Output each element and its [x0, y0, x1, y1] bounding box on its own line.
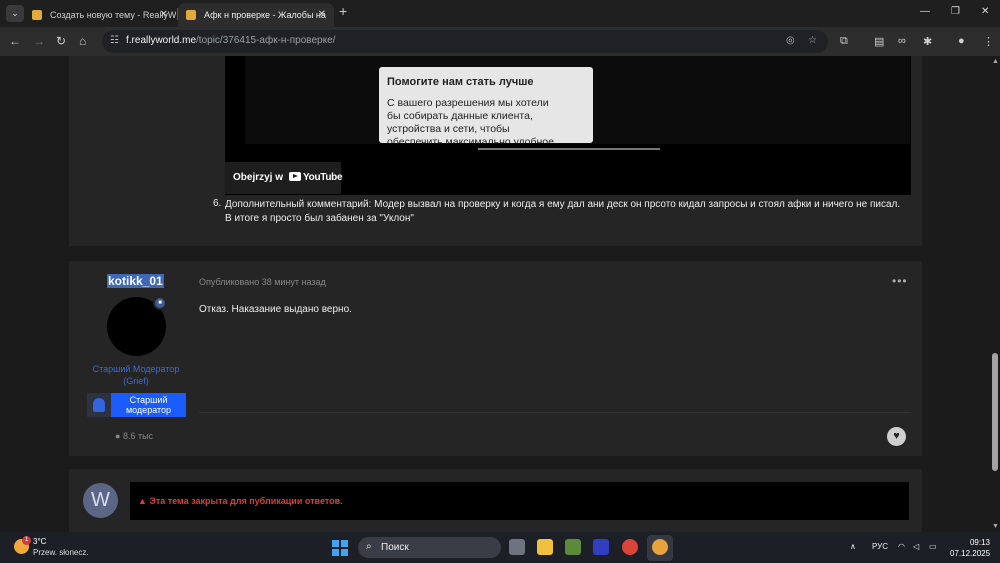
puzzle-icon[interactable]: ✱: [923, 35, 932, 48]
locked-notice: ▲ Эта тема закрыта для публикации ответо…: [130, 482, 909, 520]
tray-overflow-icon[interactable]: ∧: [850, 542, 856, 551]
avatar: W: [83, 483, 118, 518]
locked-text: ▲ Эта тема закрыта для публикации ответо…: [138, 496, 343, 506]
time: 09:13: [969, 538, 990, 547]
video-frame: Помогите нам стать лучше С вашего разреш…: [245, 56, 910, 144]
weather-condition[interactable]: Przew. słonecz.: [33, 548, 89, 557]
translate-icon[interactable]: ▤: [874, 35, 884, 48]
heart-reaction-icon[interactable]: ♥: [887, 427, 906, 446]
youtube-embed[interactable]: Помогите нам стать лучше С вашего разреш…: [225, 56, 911, 195]
back-icon[interactable]: ←: [9, 34, 21, 48]
clock[interactable]: 09:13 07.12.2025: [950, 537, 990, 559]
address-bar[interactable]: ☷ f.reallyworld.me/topic/376415-афк-н-пр…: [102, 30, 828, 53]
close-tab-icon[interactable]: ✕: [160, 3, 168, 27]
bookmark-star-icon[interactable]: ☆: [808, 35, 817, 46]
tab-search-button[interactable]: ⌄: [6, 5, 24, 22]
eye-off-icon[interactable]: ◎: [786, 35, 795, 46]
tab-current-topic[interactable]: Афк н проверке - Жалобы на ✕: [178, 3, 334, 27]
language-indicator[interactable]: РУС: [872, 542, 888, 551]
browser-toolbar: ← → ↻ ⌂ ☷ f.reallyworld.me/topic/376415-…: [0, 27, 1000, 56]
author-role: Старший Модератор (Grief): [92, 364, 180, 386]
search-label: Поиск: [381, 542, 409, 553]
consent-title: Помогите нам стать лучше: [387, 76, 534, 88]
post-timestamp[interactable]: Опубликовано 38 минут назад: [199, 277, 326, 287]
youtube-wordmark: YouTube: [303, 172, 343, 183]
extensions-icon[interactable]: ⧉: [840, 35, 848, 48]
rank-badge: Старший модератор: [87, 393, 186, 417]
video-scrubber[interactable]: [478, 148, 660, 150]
tab-create-topic[interactable]: Создать новую тему - ReallyW ✕: [24, 3, 176, 27]
windows-start-icon[interactable]: [332, 540, 348, 556]
date: 07.12.2025: [950, 549, 991, 558]
restore-icon[interactable]: ❐: [951, 6, 960, 17]
scroll-down-icon[interactable]: ▼: [992, 523, 999, 530]
youtube-play-icon: [289, 172, 302, 181]
browser-tab-strip: ⌄ Создать новую тему - ReallyW ✕ Афк н п…: [0, 0, 1000, 27]
watch-on-youtube-button[interactable]: Obejrzyj w YouTube: [225, 162, 343, 194]
task-view-icon[interactable]: [509, 539, 525, 555]
post-moderator-reply: kotikk_01 ■ Старший Модератор (Grief) Ст…: [69, 261, 922, 456]
rank-icon: [87, 393, 111, 417]
watch-on-label: Obejrzyj w: [233, 172, 284, 183]
reply-locked-box: W ▲ Эта тема закрыта для публикации отве…: [69, 469, 922, 532]
volume-icon[interactable]: ◁: [913, 542, 919, 551]
scrollbar[interactable]: ▲ ▼: [990, 56, 1000, 532]
weather-badge: 1: [22, 536, 31, 545]
minimize-icon[interactable]: —: [920, 6, 930, 17]
post-content: Отказ. Наказание выдано верно.: [199, 304, 352, 315]
close-tab-icon[interactable]: ✕: [318, 3, 326, 27]
scroll-up-icon[interactable]: ▲: [992, 58, 999, 65]
search-icon: ⌕: [366, 541, 372, 552]
comment-icon: ●: [115, 431, 121, 441]
post-previous: Помогите нам стать лучше С вашего разреш…: [69, 56, 922, 246]
scroll-thumb[interactable]: [992, 353, 998, 471]
warning-icon: ▲: [138, 496, 147, 506]
site-favicon-icon: [32, 10, 42, 20]
chrome-icon[interactable]: [622, 539, 638, 555]
new-tab-button[interactable]: +: [339, 3, 347, 19]
rank-label: Старший модератор: [111, 393, 186, 417]
post-options-button[interactable]: •••: [892, 274, 908, 288]
shield-badge-icon: ■: [153, 296, 167, 310]
menu-icon[interactable]: ⋮: [983, 35, 994, 48]
link-icon[interactable]: ∞: [898, 35, 906, 47]
consent-dialog: Помогите нам стать лучше С вашего разреш…: [379, 67, 593, 143]
minecraft-icon[interactable]: [565, 539, 581, 555]
reload-icon[interactable]: ↻: [56, 34, 66, 48]
consent-text: С вашего разрешения мы хотели бы собират…: [387, 97, 554, 143]
tab-title: Афк н проверке - Жалобы на: [204, 10, 326, 20]
site-favicon-icon: [186, 10, 196, 20]
list-item-text: Дополнительный комментарий: Модер вызвал…: [225, 199, 901, 224]
list-number: 6.: [213, 198, 222, 209]
forum-page: Помогите нам стать лучше С вашего разреш…: [0, 56, 990, 532]
reputation-count: ● 8.6 тыс: [115, 431, 154, 441]
temperature[interactable]: 3°C: [33, 537, 46, 546]
url-text: f.reallyworld.me/topic/376415-афк-н-пров…: [126, 35, 336, 46]
jetbrains-icon[interactable]: [593, 539, 609, 555]
site-info-icon[interactable]: ☷: [110, 35, 119, 46]
chrome-alt-icon[interactable]: [652, 539, 668, 555]
taskbar-search[interactable]: ⌕ Поиск: [358, 537, 501, 558]
home-icon[interactable]: ⌂: [79, 34, 86, 48]
post-divider: [199, 412, 911, 413]
tab-title: Создать новую тему - ReallyW: [50, 10, 176, 20]
file-explorer-icon[interactable]: [537, 539, 553, 555]
taskbar: 1 3°C Przew. słonecz. ⌕ Поиск ∧ РУС ◠ ◁ …: [0, 532, 1000, 563]
profile-icon[interactable]: ●: [958, 35, 965, 47]
close-window-icon[interactable]: ✕: [981, 6, 989, 17]
author-name[interactable]: kotikk_01: [107, 274, 164, 288]
wifi-icon[interactable]: ◠: [898, 542, 905, 551]
forward-icon[interactable]: →: [33, 34, 45, 48]
battery-icon[interactable]: ▭: [929, 542, 937, 551]
